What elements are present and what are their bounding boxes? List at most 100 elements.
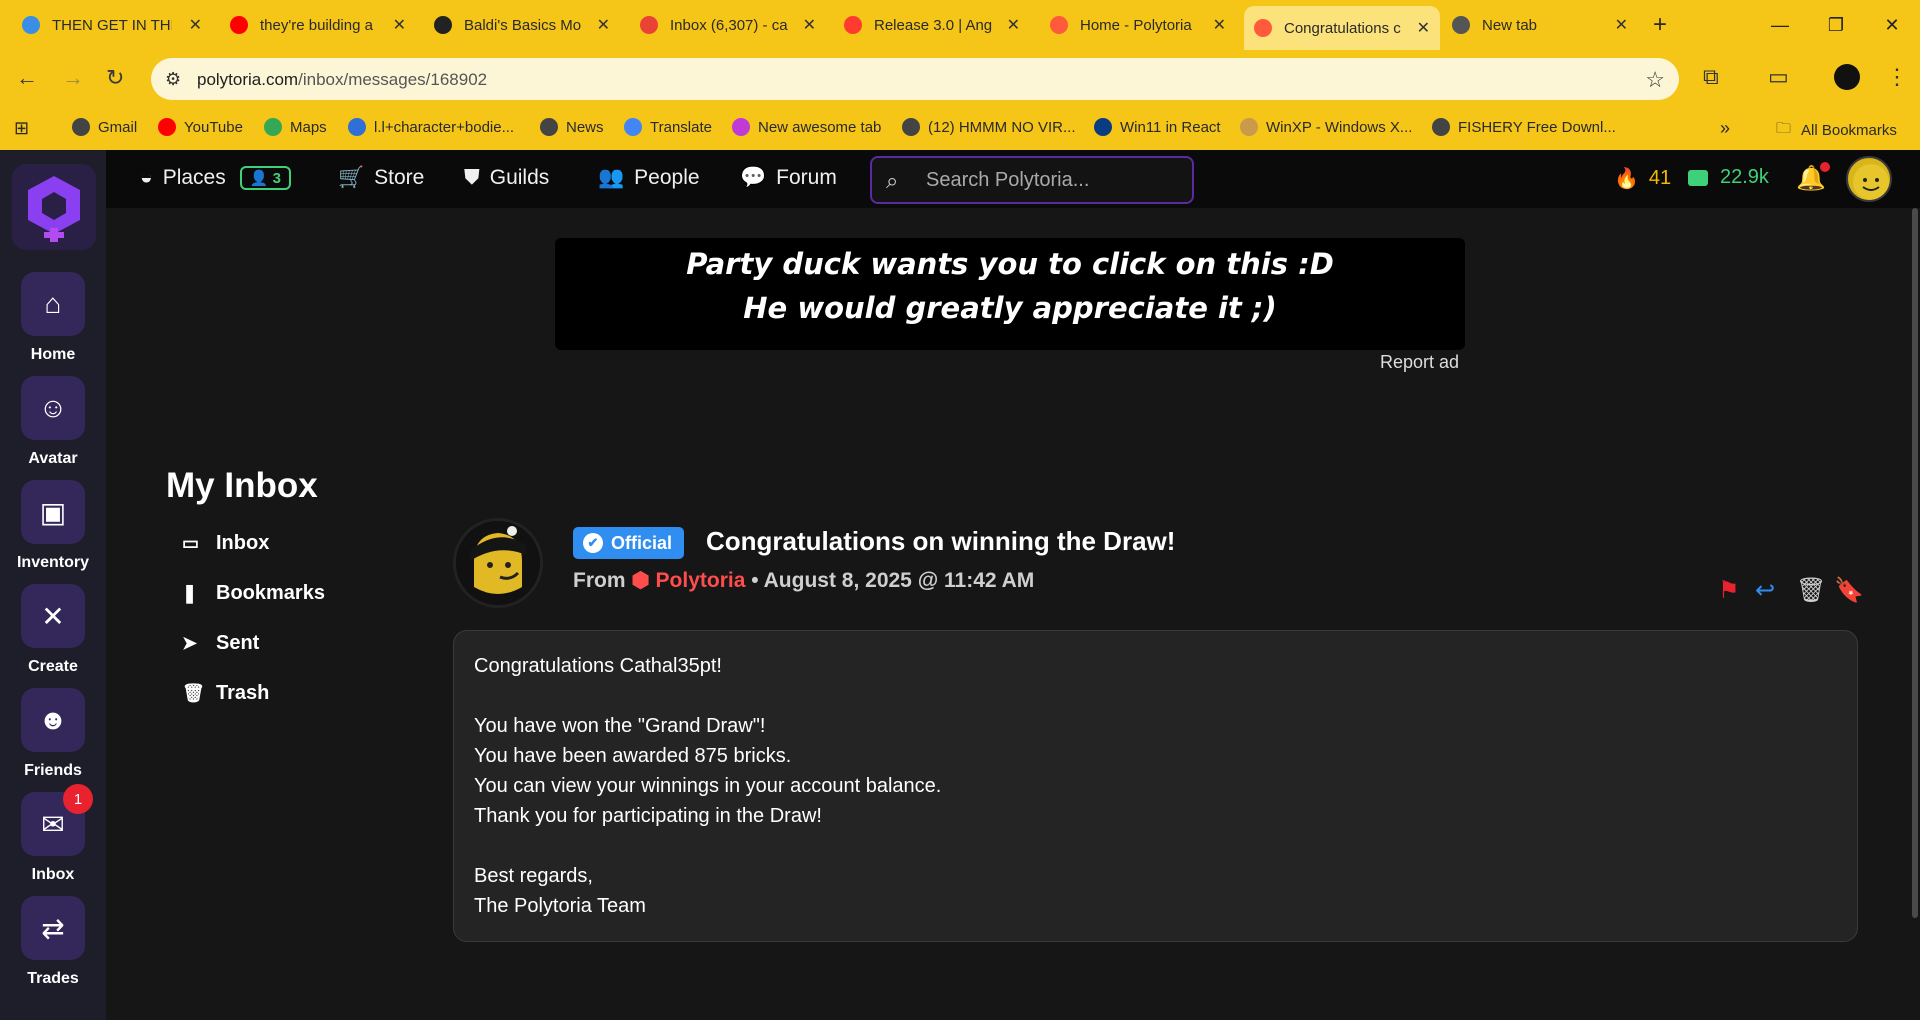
- browser-tab[interactable]: New tab ✕: [1442, 8, 1638, 42]
- browser-tab[interactable]: Baldi's Basics Mo ✕: [424, 8, 620, 42]
- inbox-nav-bookmarks[interactable]: ❚ Bookmarks: [182, 582, 325, 605]
- bookmark-item[interactable]: (12) HMMM NO VIR...: [902, 118, 1076, 136]
- sidebar-item-create[interactable]: ✕ Create: [0, 584, 106, 676]
- inbox-icon-glyph: ✉: [41, 808, 65, 840]
- tab-close-icon[interactable]: ✕: [1213, 15, 1226, 35]
- bookmark-label: WinXP - Windows X...: [1266, 118, 1413, 136]
- bookmark-item[interactable]: Win11 in React: [1094, 118, 1221, 136]
- more-bookmarks-button[interactable]: »: [1720, 118, 1730, 139]
- nav-forum[interactable]: 💬 Forum: [740, 166, 837, 190]
- message-subject: Congratulations on winning the Draw!: [706, 526, 1176, 556]
- tab-title: they're building a: [260, 16, 373, 34]
- tab-close-icon[interactable]: ✕: [1417, 18, 1430, 38]
- nav-forum-label: Forum: [776, 166, 837, 189]
- bookmark-item[interactable]: l.l+character+bodie...: [348, 118, 514, 136]
- new-tab-button[interactable]: +: [1653, 11, 1667, 39]
- browser-tab[interactable]: THEN GET IN THE ✕: [12, 8, 212, 42]
- url-text[interactable]: polytoria.com/inbox/messages/168902: [197, 70, 487, 90]
- bookmark-label: Win11 in React: [1120, 118, 1221, 136]
- browser-tab[interactable]: Inbox (6,307) - ca ✕: [630, 8, 826, 42]
- url-host: polytoria.com: [197, 70, 299, 89]
- nav-people[interactable]: 👥 People: [598, 166, 700, 190]
- sender-avatar[interactable]: [453, 518, 543, 608]
- all-bookmarks-button[interactable]: 🗀 All Bookmarks: [1776, 118, 1897, 143]
- tab-close-icon[interactable]: ✕: [597, 15, 610, 35]
- tab-title: Release 3.0 | Ang: [874, 16, 993, 34]
- restore-button[interactable]: ❐: [1808, 0, 1864, 50]
- nav-guilds[interactable]: ⛊ Guilds: [464, 166, 549, 190]
- extensions-icon[interactable]: ⧉: [1703, 64, 1719, 90]
- bookmark-item[interactable]: FISHERY Free Downl...: [1432, 118, 1616, 136]
- tab-close-icon[interactable]: ✕: [803, 15, 816, 35]
- browser-tab[interactable]: Release 3.0 | Ang ✕: [834, 8, 1030, 42]
- sidebar-item-home[interactable]: ⌂ Home: [0, 272, 106, 364]
- url-bar[interactable]: ⚙ polytoria.com/inbox/messages/168902 ☆: [151, 58, 1679, 100]
- tab-close-icon[interactable]: ✕: [393, 15, 406, 35]
- report-flag-icon[interactable]: ⚑: [1718, 576, 1740, 605]
- bookmark-label: FISHERY Free Downl...: [1458, 118, 1616, 136]
- menu-kebab-icon[interactable]: ⋮: [1886, 64, 1908, 90]
- nav-store[interactable]: 🛒 Store: [338, 166, 424, 190]
- forward-arrow-icon[interactable]: →: [62, 65, 84, 91]
- sidebar-item-inventory[interactable]: ▣ Inventory: [0, 480, 106, 572]
- bookmark-label: News: [566, 118, 604, 136]
- profile-avatar-icon[interactable]: [1834, 64, 1860, 90]
- back-arrow-icon[interactable]: ←: [16, 65, 38, 91]
- ad-banner[interactable]: Party duck wants you to click on this :D…: [555, 238, 1465, 350]
- bookmark-item[interactable]: News: [540, 118, 604, 136]
- bookmark-item[interactable]: New awesome tab: [732, 118, 881, 136]
- tab-close-icon[interactable]: ✕: [1007, 15, 1020, 35]
- sidebar-item-avatar[interactable]: ☺ Avatar: [0, 376, 106, 468]
- inbox-nav-inbox[interactable]: ▭ Inbox: [182, 532, 269, 555]
- bookmark-favicon-icon: [1240, 118, 1258, 136]
- delete-trash-icon[interactable]: 🗑: [1796, 576, 1826, 605]
- tab-favicon-icon: [22, 16, 40, 34]
- sidebar-item-trades[interactable]: ⇄ Trades: [0, 896, 106, 988]
- sidebar-item-inbox[interactable]: ✉ 1 Inbox: [0, 784, 106, 884]
- inbox-nav-trash[interactable]: 🗑 Trash: [182, 682, 269, 705]
- bookmark-item[interactable]: YouTube: [158, 118, 243, 136]
- bookmark-item[interactable]: Gmail: [72, 118, 137, 136]
- report-ad-link[interactable]: Report ad: [1380, 352, 1459, 373]
- sender-link[interactable]: ⬢ Polytoria: [631, 569, 745, 592]
- reload-icon[interactable]: ↻: [106, 65, 124, 91]
- tab-close-icon[interactable]: ✕: [1615, 15, 1628, 35]
- cast-icon[interactable]: ▭: [1768, 64, 1789, 90]
- message-line: Thank you for participating in the Draw!: [474, 805, 822, 827]
- bricks-balance[interactable]: 22.9k: [1688, 166, 1769, 189]
- home-icon: ⌂: [21, 272, 85, 336]
- checkmark-icon: ✔: [583, 533, 603, 553]
- site-info-icon[interactable]: ⚙: [165, 69, 181, 90]
- friends-icon: ☻: [21, 688, 85, 752]
- folder-icon: 🗀: [1776, 120, 1792, 137]
- inbox-count-badge: 1: [63, 784, 93, 814]
- bookmark-item[interactable]: Translate: [624, 118, 712, 136]
- browser-tab[interactable]: they're building a ✕: [220, 8, 416, 42]
- nav-places[interactable]: ◒ Places 👤 3: [140, 166, 291, 190]
- bookmark-message-icon[interactable]: 🔖: [1834, 576, 1864, 605]
- minimize-button[interactable]: —: [1752, 0, 1808, 50]
- bookmark-item[interactable]: Maps: [264, 118, 327, 136]
- stars-balance[interactable]: 🔥 41: [1614, 166, 1671, 191]
- message-line: The Polytoria Team: [474, 895, 646, 917]
- bookmark-star-icon[interactable]: ☆: [1645, 67, 1665, 93]
- message-line: [474, 681, 1837, 711]
- close-window-button[interactable]: ✕: [1864, 0, 1920, 50]
- user-avatar[interactable]: [1846, 156, 1892, 202]
- search-box[interactable]: ⌕: [870, 156, 1194, 204]
- browser-tab[interactable]: Home - Polytoria ✕: [1040, 8, 1236, 42]
- friends-online-count: 3: [272, 170, 281, 187]
- nav-places-label: Places: [162, 166, 226, 189]
- tab-title: New tab: [1482, 16, 1538, 34]
- polytoria-logo[interactable]: [12, 164, 96, 250]
- bookmark-item[interactable]: WinXP - Windows X...: [1240, 118, 1412, 136]
- reply-icon[interactable]: ↩: [1755, 576, 1775, 605]
- tools-icon-glyph: ✕: [41, 600, 65, 632]
- tab-close-icon[interactable]: ✕: [189, 15, 202, 35]
- browser-tab[interactable]: Congratulations c ✕: [1244, 6, 1440, 50]
- search-input[interactable]: [926, 168, 1176, 192]
- sidebar-item-friends[interactable]: ☻ Friends: [0, 688, 106, 780]
- page-scrollbar[interactable]: [1912, 208, 1918, 918]
- inbox-nav-sent[interactable]: ➤ Sent: [182, 632, 259, 655]
- apps-grid-icon[interactable]: ⊞: [14, 118, 29, 139]
